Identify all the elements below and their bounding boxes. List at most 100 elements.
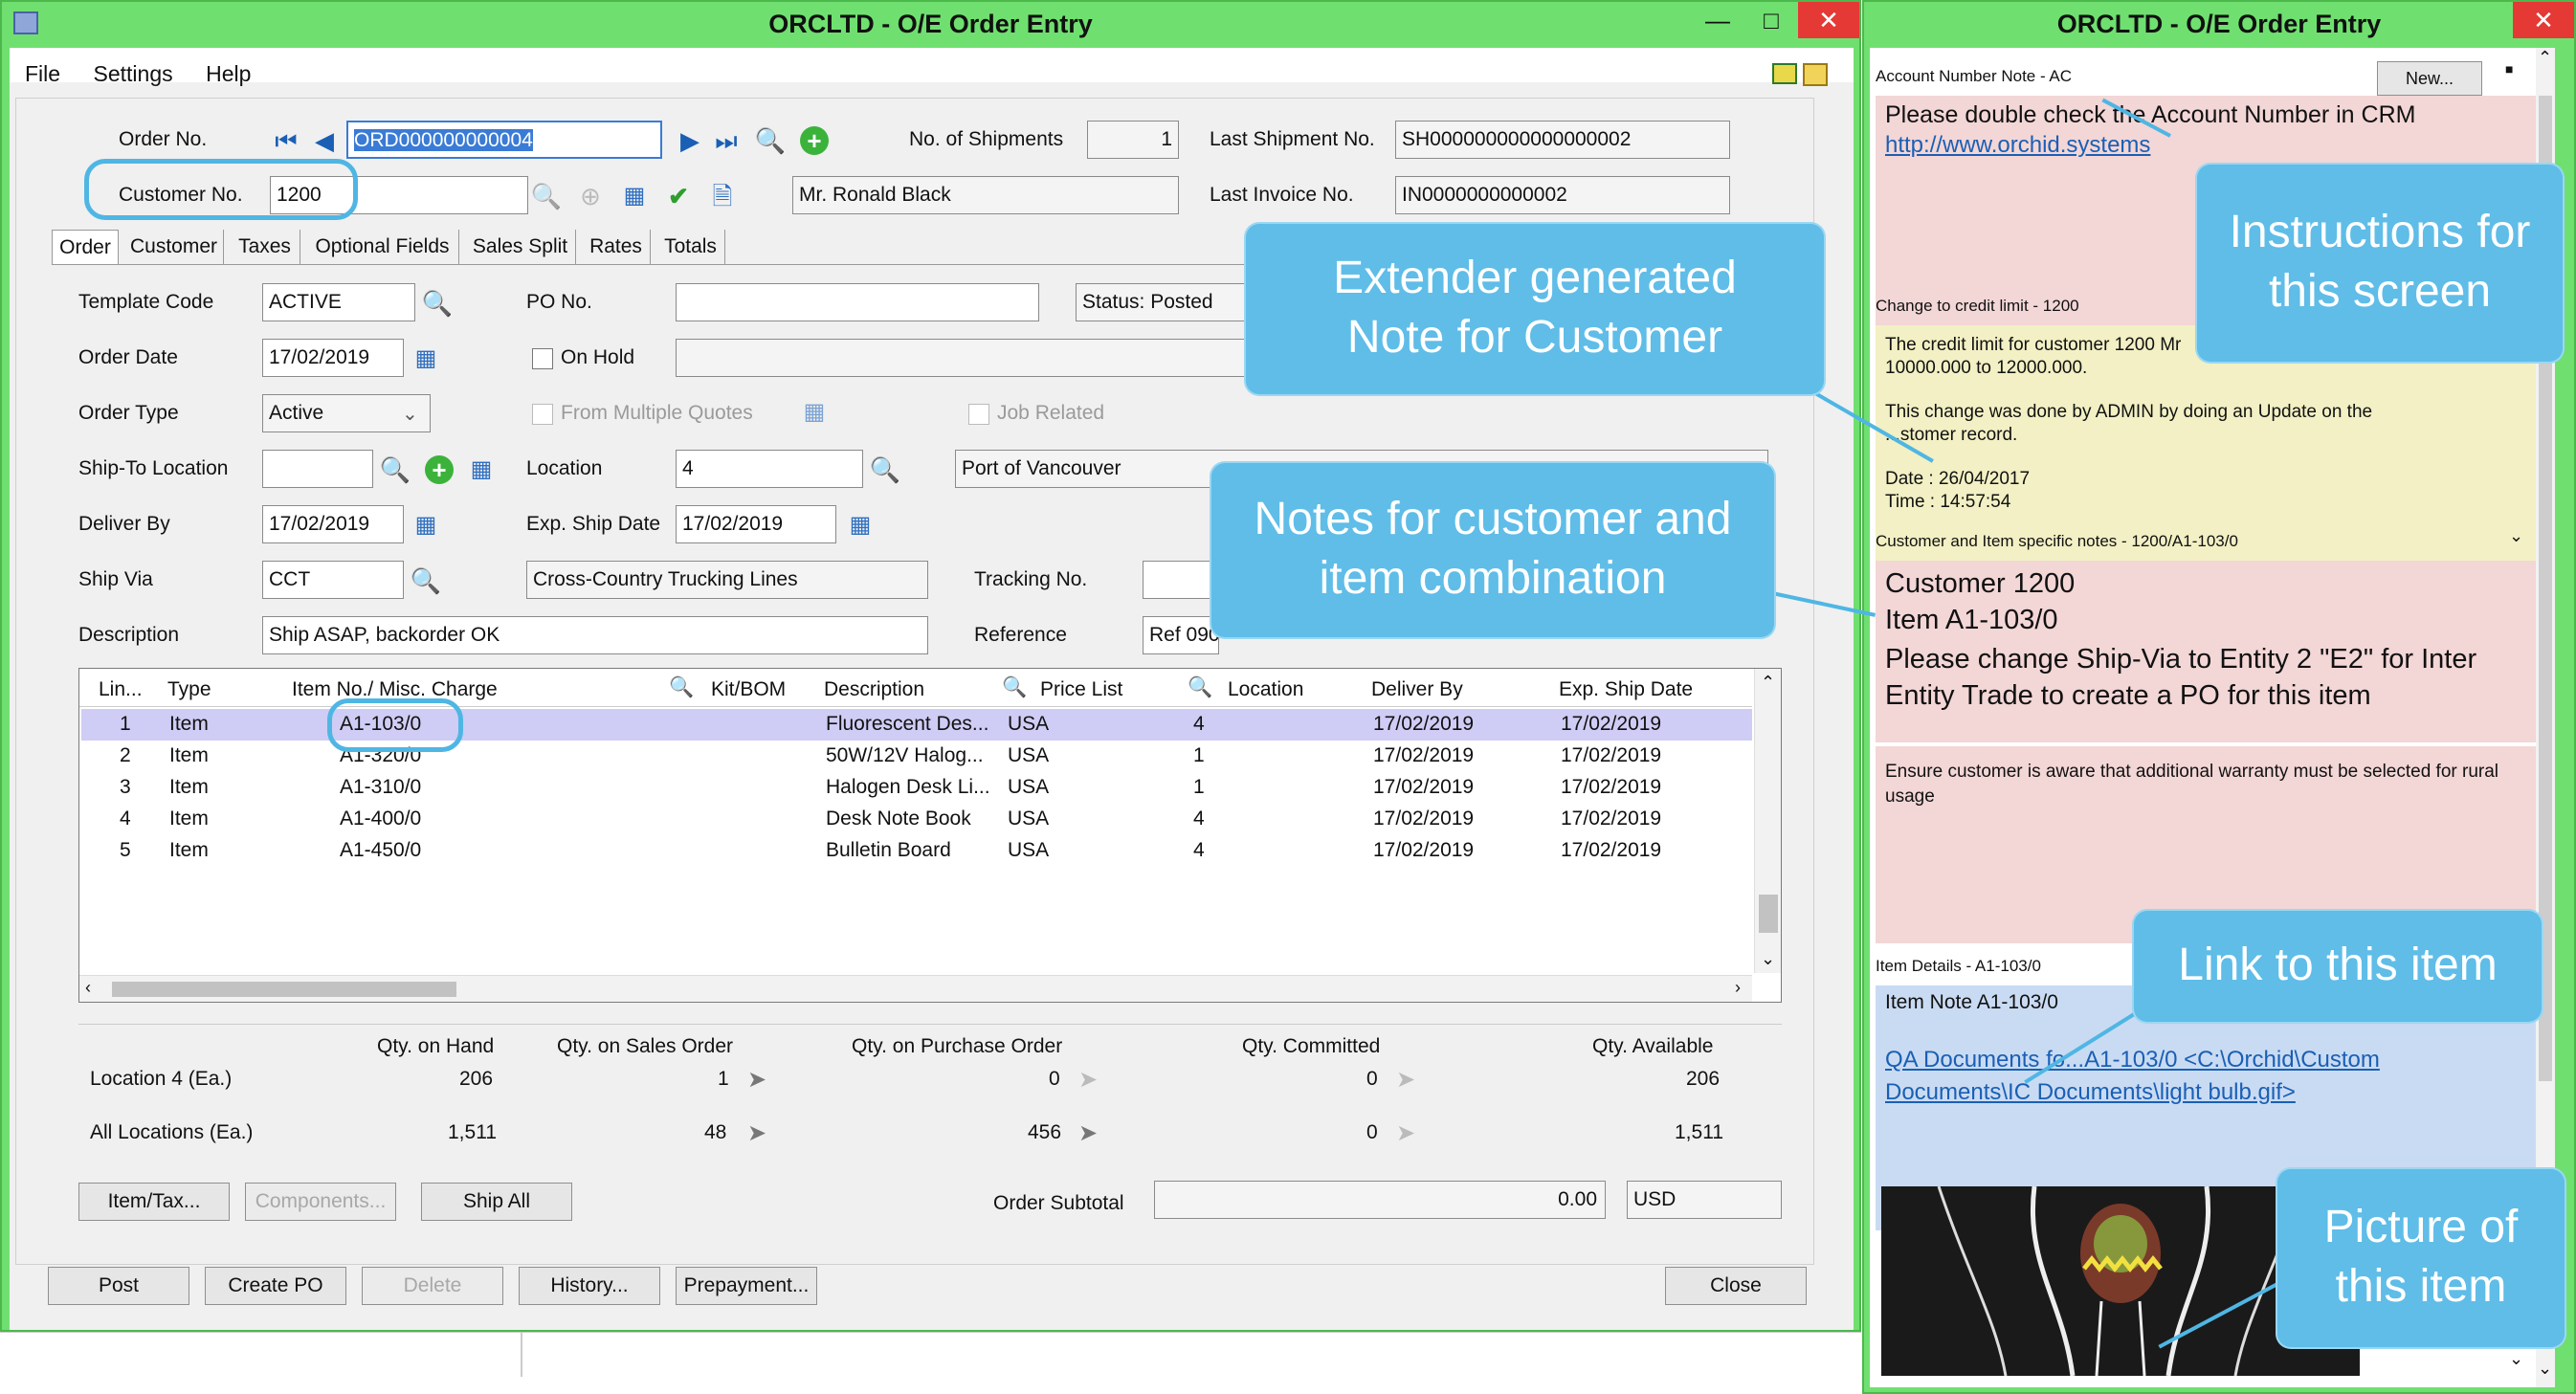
minimize-icon[interactable]: —	[1689, 2, 1746, 38]
mail-icon[interactable]	[1772, 63, 1797, 84]
qty-available-header: Qty. Available	[1592, 1035, 1714, 1057]
pin-icon[interactable]: ■	[2505, 61, 2513, 77]
item-link-1[interactable]: QA Documents fo...A1-103/0 <C:\Orchid\Cu…	[1885, 1047, 2380, 1073]
price-list-finder-icon[interactable]: 🔍	[1002, 676, 1027, 699]
tab-optional-fields[interactable]: Optional Fields	[306, 230, 459, 264]
history-button[interactable]: History...	[519, 1267, 660, 1305]
quotes-icon[interactable]: ▦	[798, 396, 831, 429]
deliver-by-field[interactable]: 17/02/2019	[262, 505, 404, 543]
table-row[interactable]: 3 Item A1-310/0 Halogen Desk Li... USA 1 17/02…	[81, 772, 1752, 804]
col-price-list[interactable]: Price List	[1040, 678, 1122, 701]
reference-field[interactable]: Ref 090	[1143, 616, 1219, 654]
ship-to-finder-icon[interactable]: 🔍	[379, 454, 411, 486]
notes-scroll-down-icon[interactable]: ⌄	[2538, 1359, 2552, 1379]
ship-all-button[interactable]: Ship All	[421, 1183, 572, 1221]
chevron-down-icon[interactable]: ⌄	[402, 402, 418, 426]
on-hold-checkbox[interactable]	[532, 348, 553, 369]
table-row[interactable]: 4 Item A1-400/0 Desk Note Book USA 4 17/02/201…	[81, 804, 1752, 835]
col-line[interactable]: Lin...	[99, 678, 143, 701]
col-description[interactable]: Description	[824, 678, 924, 701]
create-po-button[interactable]: Create PO	[205, 1267, 346, 1305]
deliver-by-calendar-icon[interactable]: ▦	[410, 509, 442, 542]
description-field[interactable]: Ship ASAP, backorder OK	[262, 616, 928, 654]
ship-via-finder-icon[interactable]: 🔍	[410, 564, 442, 597]
new-order-icon[interactable]: +	[800, 126, 829, 155]
next-record-icon[interactable]: ▶	[674, 124, 706, 157]
col-location[interactable]: Location	[1228, 678, 1303, 701]
close-button[interactable]: Close	[1665, 1267, 1807, 1305]
add-ship-to-icon[interactable]: +	[425, 455, 454, 484]
col-type[interactable]: Type	[167, 678, 211, 701]
template-finder-icon[interactable]: 🔍	[421, 287, 454, 320]
job-related-checkbox[interactable]	[968, 404, 989, 425]
tab-customer[interactable]: Customer	[124, 230, 224, 264]
customer-finder-icon[interactable]: 🔍	[530, 180, 563, 212]
notes-icon[interactable]	[1803, 63, 1828, 86]
notes-scroll-up-icon[interactable]: ⌃	[2538, 48, 2552, 68]
scroll-down-icon[interactable]: ⌄	[1761, 949, 1775, 969]
drilldown-icon[interactable]: ➤	[1072, 1117, 1104, 1150]
tab-order[interactable]: Order	[52, 230, 119, 264]
drilldown-icon[interactable]: ➤	[741, 1064, 773, 1096]
item-link-2[interactable]: Documents\IC Documents\light bulb.gif>	[1885, 1079, 2296, 1106]
first-record-icon[interactable]: ⏮	[270, 124, 302, 157]
new-note-button[interactable]: New...	[2377, 61, 2482, 96]
horizontal-scrollbar[interactable]: ‹ ›	[79, 975, 1752, 1002]
location-finder-icon[interactable]: 🔍	[869, 454, 901, 486]
order-finder-icon[interactable]: 🔍	[754, 124, 787, 157]
cell-desc: Bulletin Board	[826, 839, 951, 861]
acct-note-link[interactable]: http://www.orchid.systems	[1885, 132, 2150, 159]
exp-ship-field[interactable]: 17/02/2019	[676, 505, 836, 543]
tab-totals[interactable]: Totals	[656, 230, 725, 264]
prev-record-icon[interactable]: ◀	[308, 124, 341, 157]
customer-check-icon[interactable]: ✔	[662, 180, 695, 212]
tab-rates[interactable]: Rates	[582, 230, 651, 264]
po-no-field[interactable]	[676, 283, 1039, 321]
ship-to-info-icon[interactable]: ▦	[465, 454, 498, 486]
menu-file[interactable]: File	[25, 61, 60, 86]
qty-location-so: 1	[718, 1068, 729, 1090]
location-col-finder-icon[interactable]: 🔍	[1188, 676, 1212, 699]
col-deliver-by[interactable]: Deliver By	[1371, 678, 1463, 701]
scroll-left-icon[interactable]: ‹	[85, 978, 91, 998]
tab-sales-split[interactable]: Sales Split	[465, 230, 576, 264]
menu-settings[interactable]: Settings	[94, 61, 173, 86]
item-finder-icon[interactable]: 🔍	[669, 676, 694, 699]
customer-info-icon[interactable]: ▦	[618, 180, 651, 212]
order-date-field[interactable]: 17/02/2019	[262, 339, 404, 377]
drilldown-icon[interactable]: ➤	[1389, 1064, 1422, 1096]
location-field[interactable]: 4	[676, 450, 863, 488]
h-scroll-thumb[interactable]	[112, 982, 456, 997]
drilldown-icon[interactable]: ➤	[741, 1117, 773, 1150]
maximize-icon[interactable]: □	[1743, 2, 1800, 38]
item-tax-button[interactable]: Item/Tax...	[78, 1183, 230, 1221]
prepayment-button[interactable]: Prepayment...	[676, 1267, 817, 1305]
vertical-scrollbar[interactable]: ⌃ ⌄	[1754, 669, 1781, 973]
ship-via-field[interactable]: CCT	[262, 561, 404, 599]
order-date-calendar-icon[interactable]: ▦	[410, 343, 442, 375]
post-button[interactable]: Post	[48, 1267, 189, 1305]
tab-taxes[interactable]: Taxes	[230, 230, 300, 264]
scroll-thumb[interactable]	[1759, 895, 1778, 933]
notes-close-icon[interactable]: ✕	[2513, 2, 2574, 38]
picture-scroll-down-icon[interactable]: ⌄	[2509, 1349, 2523, 1369]
drilldown-icon[interactable]: ➤	[1072, 1064, 1104, 1096]
drilldown-icon[interactable]: ➤	[1389, 1117, 1422, 1150]
table-row[interactable]: 5 Item A1-450/0 Bulletin Board USA 4 17/02/201…	[81, 835, 1752, 867]
ship-to-field[interactable]	[262, 450, 373, 488]
add-customer-icon[interactable]: ⊕	[574, 180, 607, 212]
scroll-right-icon[interactable]: ›	[1735, 978, 1741, 998]
menu-help[interactable]: Help	[206, 61, 251, 86]
delete-button[interactable]: Delete	[362, 1267, 503, 1305]
components-button[interactable]: Components...	[245, 1183, 396, 1221]
scroll-up-icon[interactable]: ⌃	[1761, 673, 1775, 693]
credit-scroll-down-icon[interactable]: ⌄	[2509, 526, 2523, 546]
from-multiple-quotes-checkbox[interactable]	[532, 404, 553, 425]
col-kit-bom[interactable]: Kit/BOM	[711, 678, 786, 701]
col-exp-ship-date[interactable]: Exp. Ship Date	[1559, 678, 1693, 701]
customer-doc-icon[interactable]: 🗎	[706, 180, 739, 212]
close-icon[interactable]: ✕	[1798, 2, 1859, 38]
last-record-icon[interactable]: ⏭	[710, 124, 743, 157]
exp-ship-calendar-icon[interactable]: ▦	[844, 509, 877, 542]
template-code-field[interactable]: ACTIVE	[262, 283, 415, 321]
